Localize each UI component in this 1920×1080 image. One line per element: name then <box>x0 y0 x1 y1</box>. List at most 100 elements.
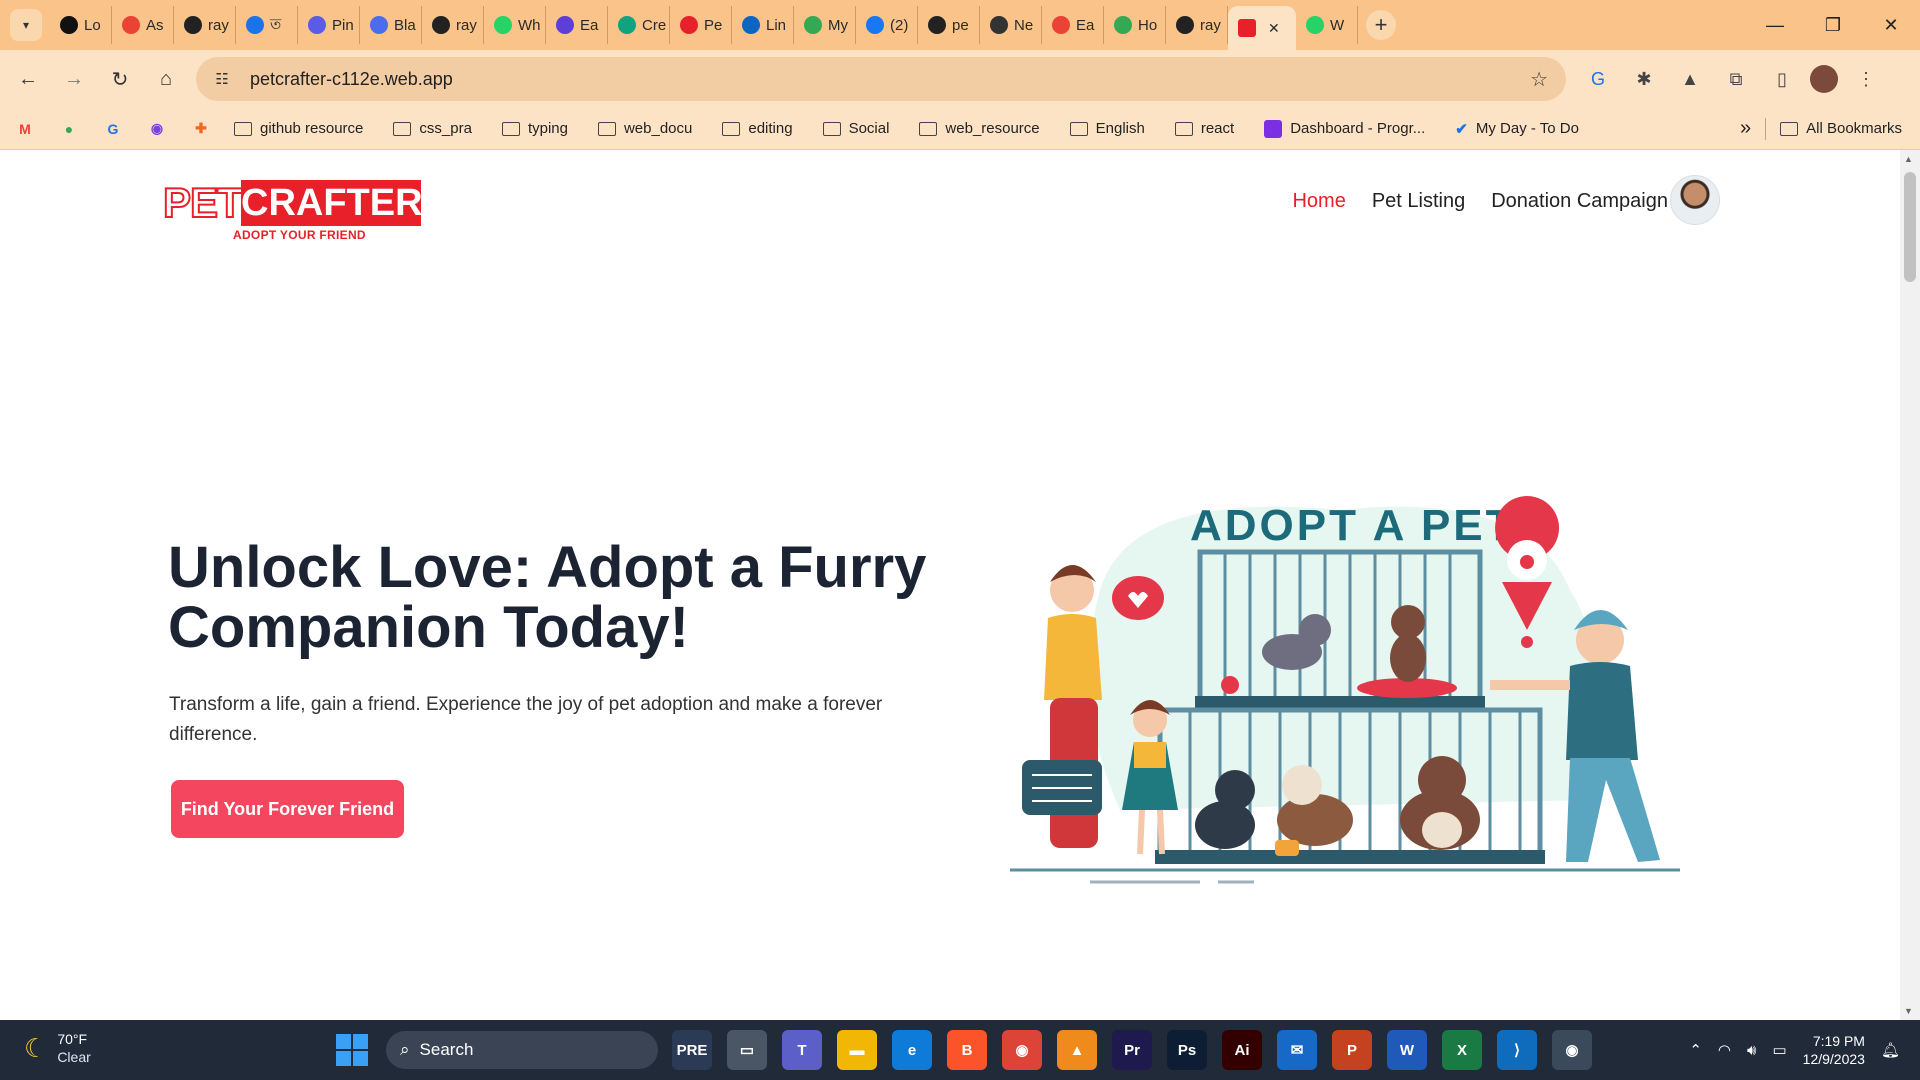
clock[interactable]: 7:19 PM 12/9/2023 <box>1803 1032 1865 1068</box>
browser-tab[interactable]: Pin <box>298 6 360 44</box>
browser-tab[interactable]: Cre <box>608 6 670 44</box>
browser-tab[interactable]: ray <box>422 6 484 44</box>
browser-tab[interactable]: Ea <box>1042 6 1104 44</box>
bookmark-dashboard[interactable]: Dashboard - Progr... <box>1264 119 1425 138</box>
taskbar-app-icon[interactable]: ▬ <box>837 1030 877 1070</box>
back-icon[interactable]: ← <box>8 59 48 99</box>
find-friend-button[interactable]: Find Your Forever Friend <box>171 780 404 838</box>
tab-title: Ea <box>580 16 599 34</box>
browser-tab[interactable]: Bla <box>360 6 422 44</box>
menu-icon[interactable]: ⋮ <box>1848 61 1884 97</box>
taskbar-app-icon[interactable]: ⟩ <box>1497 1030 1537 1070</box>
browser-tab[interactable]: Wh <box>484 6 546 44</box>
bookmark-folder-label: github resource <box>260 120 364 137</box>
bookmark-dots-icon[interactable]: ✚ <box>190 118 212 140</box>
browser-tab-active[interactable]: ✕ <box>1228 6 1296 50</box>
nav-link-donation-campaign[interactable]: Donation Campaign <box>1491 190 1668 213</box>
taskbar-search[interactable]: ⌕ Search <box>386 1031 658 1069</box>
home-icon[interactable]: ⌂ <box>146 59 186 99</box>
extensions-puzzle-icon[interactable]: ⧉ <box>1718 61 1754 97</box>
bookmark-folder[interactable]: English <box>1069 120 1145 137</box>
browser-tab[interactable]: My <box>794 6 856 44</box>
bookmark-folder[interactable]: Social <box>822 120 889 137</box>
close-window-icon[interactable]: ✕ <box>1862 0 1920 50</box>
bookmark-folder[interactable]: editing <box>722 120 793 137</box>
site-info-icon[interactable]: ☷ <box>210 67 234 91</box>
browser-tab[interactable]: ত <box>236 6 298 44</box>
minimize-icon[interactable]: — <box>1746 0 1804 50</box>
taskbar-app-icon[interactable]: ✉ <box>1277 1030 1317 1070</box>
address-bar[interactable]: ☷ petcrafter-c112e.web.app ☆ <box>196 57 1566 101</box>
reload-icon[interactable]: ↻ <box>100 59 140 99</box>
user-avatar[interactable] <box>1670 175 1720 225</box>
browser-tab[interactable]: ray <box>174 6 236 44</box>
browser-tab[interactable]: W <box>1296 6 1358 44</box>
taskbar-app-icon[interactable]: ▲ <box>1057 1030 1097 1070</box>
tab-title: Pin <box>332 16 354 34</box>
taskbar-app-icon[interactable]: Pr <box>1112 1030 1152 1070</box>
browser-tab[interactable]: Pe <box>670 6 732 44</box>
extension-triangle-icon[interactable]: ▲ <box>1672 61 1708 97</box>
translate-bookmark-icon[interactable]: G <box>102 118 124 140</box>
volume-icon[interactable]: 🔊︎ <box>1747 1042 1756 1059</box>
nav-link-pet-listing[interactable]: Pet Listing <box>1372 190 1465 213</box>
taskbar-app-icon[interactable]: e <box>892 1030 932 1070</box>
browser-tab[interactable]: (2) <box>856 6 918 44</box>
extension-bug-icon[interactable]: ✱ <box>1626 61 1662 97</box>
taskbar-app-icon[interactable]: X <box>1442 1030 1482 1070</box>
taskbar-app-icon[interactable]: Ps <box>1167 1030 1207 1070</box>
browser-tab[interactable]: Lin <box>732 6 794 44</box>
tab-title: Lo <box>84 16 101 34</box>
more-bookmarks-icon[interactable]: » <box>1740 117 1751 140</box>
browser-tab[interactable]: Ne <box>980 6 1042 44</box>
notification-bell-icon[interactable]: 🔔︎ <box>1881 1041 1900 1059</box>
wifi-icon[interactable]: ◠ <box>1718 1041 1731 1059</box>
taskbar-app-icon[interactable]: P <box>1332 1030 1372 1070</box>
start-button-icon[interactable] <box>336 1034 368 1066</box>
close-tab-icon[interactable]: ✕ <box>1268 20 1280 37</box>
bookmark-folder[interactable]: web_docu <box>597 120 692 137</box>
browser-tab[interactable]: Ho <box>1104 6 1166 44</box>
scroll-down-icon[interactable]: ▼ <box>1904 1006 1913 1016</box>
taskbar-app-icon[interactable]: ◉ <box>1002 1030 1042 1070</box>
new-tab-button[interactable]: + <box>1366 10 1396 40</box>
forward-icon[interactable]: → <box>54 59 94 99</box>
side-panel-icon[interactable]: ▯ <box>1764 61 1800 97</box>
scroll-thumb[interactable] <box>1904 172 1916 282</box>
bookmark-folder[interactable]: web_resource <box>919 120 1040 137</box>
browser-tab[interactable]: pe <box>918 6 980 44</box>
gmail-icon[interactable]: M <box>14 118 36 140</box>
taskbar-app-icon[interactable]: PRE <box>672 1030 712 1070</box>
profile-avatar[interactable] <box>1810 65 1838 93</box>
browser-tab[interactable]: Ea <box>546 6 608 44</box>
bookmark-app-icon[interactable]: ◉ <box>146 118 168 140</box>
site-logo[interactable]: PET CRAFTER ADOPT YOUR FRIEND <box>162 179 423 243</box>
maps-icon[interactable]: ● <box>58 118 80 140</box>
tab-search-button[interactable]: ▾ <box>10 9 42 41</box>
restore-icon[interactable]: ❐ <box>1804 0 1862 50</box>
taskbar-app-icon[interactable]: W <box>1387 1030 1427 1070</box>
taskbar-app-icon[interactable]: T <box>782 1030 822 1070</box>
hero-subtitle: Transform a life, gain a friend. Experie… <box>169 694 883 745</box>
nav-link-home[interactable]: Home <box>1292 190 1345 213</box>
bookmark-folder[interactable]: css_pra <box>393 120 472 137</box>
chevron-up-icon[interactable]: ⌃ <box>1689 1041 1702 1059</box>
bookmark-my-day[interactable]: ✔ My Day - To Do <box>1455 120 1579 138</box>
translate-icon[interactable]: G <box>1580 61 1616 97</box>
scroll-up-icon[interactable]: ▲ <box>1904 154 1913 164</box>
weather-widget[interactable]: ☾ 70°F Clear <box>24 1030 91 1066</box>
bookmark-star-icon[interactable]: ☆ <box>1530 67 1548 92</box>
taskbar-app-icon[interactable]: ▭ <box>727 1030 767 1070</box>
browser-tab[interactable]: ray <box>1166 6 1228 44</box>
all-bookmarks[interactable]: All Bookmarks <box>1780 120 1902 137</box>
bookmark-folder[interactable]: react <box>1174 120 1234 137</box>
battery-icon[interactable]: ▭ <box>1772 1041 1786 1059</box>
bookmark-folder[interactable]: typing <box>501 120 568 137</box>
taskbar-app-icon[interactable]: Ai <box>1222 1030 1262 1070</box>
browser-tab[interactable]: As <box>112 6 174 44</box>
bookmark-folder[interactable]: github resource <box>234 120 363 137</box>
taskbar-app-icon[interactable]: ◉ <box>1552 1030 1592 1070</box>
taskbar-app-icon[interactable]: B <box>947 1030 987 1070</box>
page-scrollbar[interactable]: ▲ ▼ <box>1900 150 1920 1020</box>
browser-tab[interactable]: Lo <box>50 6 112 44</box>
